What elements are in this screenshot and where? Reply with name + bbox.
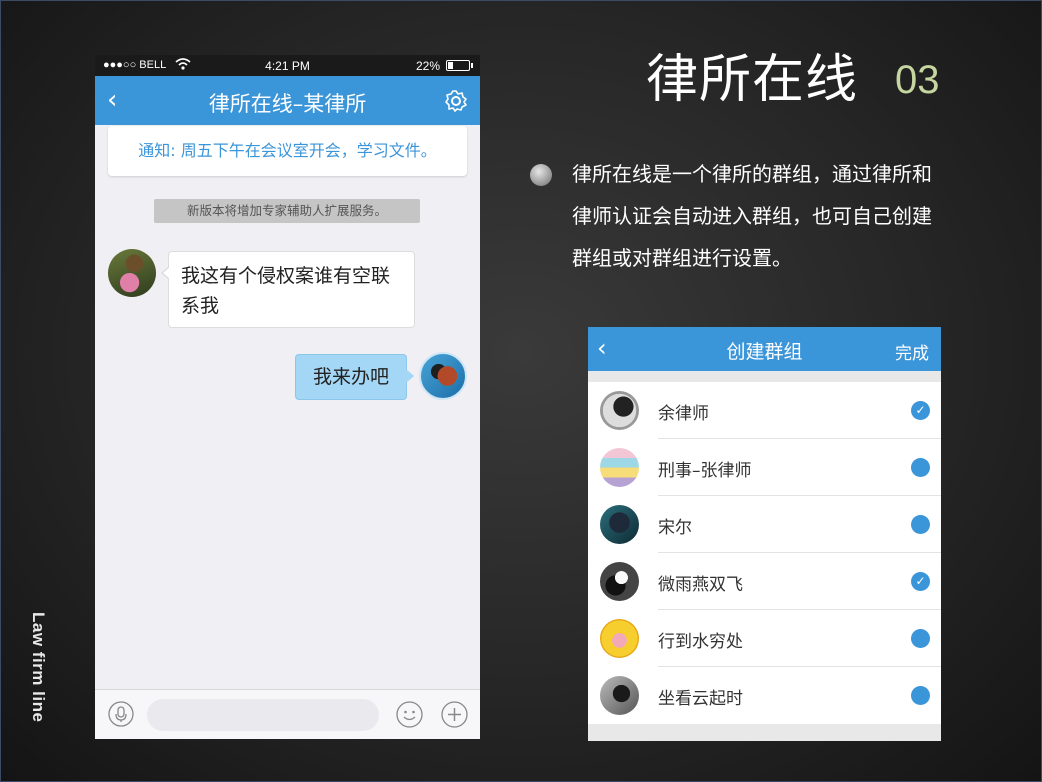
bullet-icon <box>530 164 552 186</box>
select-circle-icon[interactable] <box>911 515 930 534</box>
member-row[interactable]: 刑事–张律师 <box>588 439 941 496</box>
chat-input-bar <box>95 689 480 739</box>
member-name: 刑事–张律师 <box>658 461 752 481</box>
battery-percent: 22% <box>415 59 440 73</box>
plus-icon[interactable] <box>441 701 468 728</box>
my-avatar[interactable] <box>419 352 467 400</box>
member-name: 坐看云起时 <box>658 689 743 709</box>
gear-icon[interactable] <box>444 89 468 113</box>
member-avatar <box>600 562 639 601</box>
battery-icon <box>446 60 473 71</box>
select-circle-icon[interactable] <box>911 629 930 648</box>
message-input[interactable] <box>147 699 379 731</box>
outgoing-message[interactable]: 我来办吧 <box>295 354 414 400</box>
slide-number: 03 <box>895 58 940 102</box>
member-avatar <box>600 391 639 430</box>
phone-chat-screen: ●●●○○ BELL 4:21 PM 22% ‹ 律所在线–某律所 通知: 周五… <box>95 55 480 739</box>
member-name: 宋尔 <box>658 518 692 538</box>
notice-banner[interactable]: 通知: 周五下午在会议室开会，学习文件。 <box>108 126 467 176</box>
member-avatar <box>600 619 639 658</box>
member-row[interactable]: 微雨燕双飞 ✓ <box>588 553 941 610</box>
status-bar: ●●●○○ BELL 4:21 PM 22% <box>95 55 480 76</box>
incoming-message[interactable]: 我这有个侵权案谁有空联系我 <box>161 251 415 328</box>
create-group-screen: ‹ 创建群组 完成 余律师 ✓ 刑事–张律师 宋尔 微雨燕双飞 ✓ 行到水穷处 … <box>588 327 941 741</box>
member-row[interactable]: 余律师 ✓ <box>588 382 941 439</box>
slide-title: 律所在线 <box>646 50 859 110</box>
member-name: 余律师 <box>658 404 709 424</box>
member-avatar <box>600 676 639 715</box>
member-row[interactable]: 宋尔 <box>588 496 941 553</box>
member-name: 微雨燕双飞 <box>658 575 743 595</box>
select-circle-icon[interactable] <box>911 686 930 705</box>
chat-title: 律所在线–某律所 <box>208 92 367 116</box>
member-row[interactable]: 行到水穷处 <box>588 610 941 667</box>
member-name: 行到水穷处 <box>658 632 743 652</box>
sender-avatar[interactable] <box>108 249 156 297</box>
side-label: Law firm line <box>29 612 48 723</box>
check-icon[interactable]: ✓ <box>911 572 930 591</box>
member-avatar <box>600 505 639 544</box>
create-group-title: 创建群组 <box>726 341 803 363</box>
emoji-icon[interactable] <box>396 701 423 728</box>
select-circle-icon[interactable] <box>911 458 930 477</box>
check-icon[interactable]: ✓ <box>911 401 930 420</box>
slide-description: 律所在线是一个律所的群组，通过律所和律师认证会自动进入群组，也可自己创建群组或对… <box>572 162 932 270</box>
member-row[interactable]: 坐看云起时 <box>588 667 941 724</box>
member-list: 余律师 ✓ 刑事–张律师 宋尔 微雨燕双飞 ✓ 行到水穷处 坐看云起时 <box>588 382 941 724</box>
create-group-nav-bar: ‹ 创建群组 完成 <box>588 327 941 371</box>
microphone-icon[interactable] <box>108 701 134 727</box>
member-avatar <box>600 448 639 487</box>
chat-nav-bar: ‹ 律所在线–某律所 <box>95 76 480 125</box>
done-button[interactable]: 完成 <box>895 339 929 364</box>
system-message: 新版本将增加专家辅助人扩展服务。 <box>154 199 420 223</box>
